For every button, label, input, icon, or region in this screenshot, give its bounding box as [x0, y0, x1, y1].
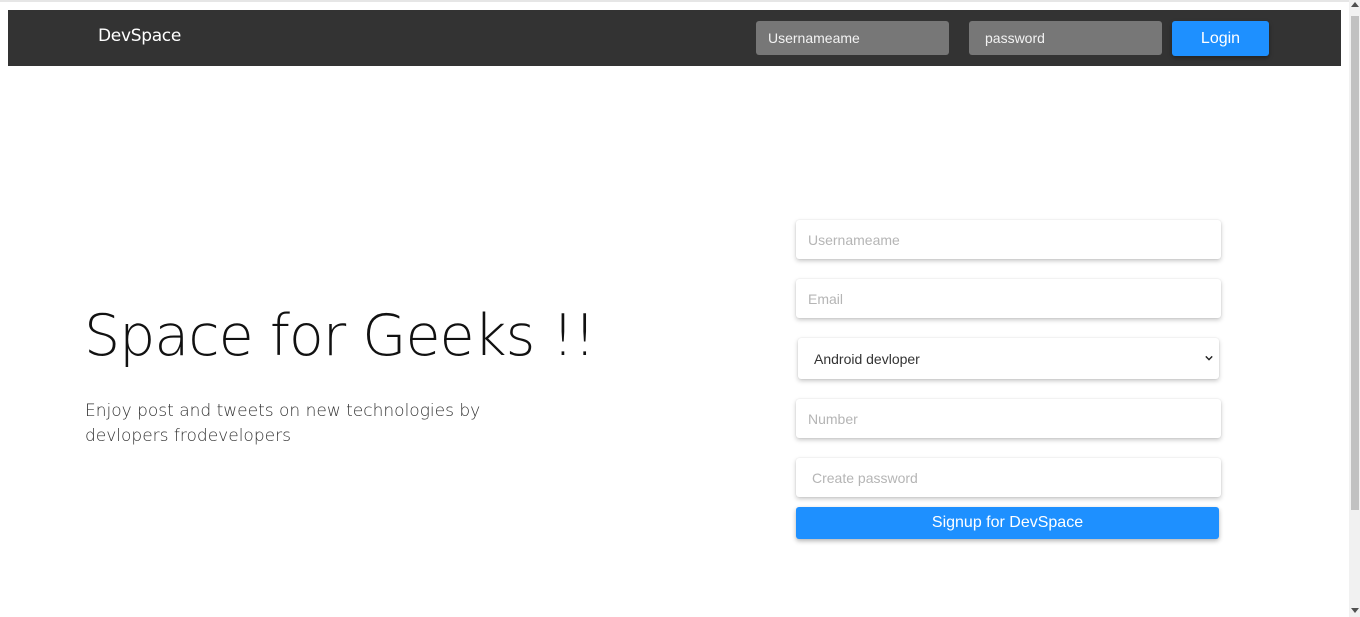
browser-top-edge: [0, 0, 1360, 2]
hero-subtitle: Enjoy post and tweets on new technologie…: [85, 401, 481, 446]
chevron-down-icon: [1205, 355, 1213, 361]
signup-button[interactable]: Signup for DevSpace: [796, 507, 1219, 539]
signup-username-input[interactable]: [796, 220, 1221, 259]
signup-email-input[interactable]: [796, 279, 1221, 318]
page: DevSpace Login Space for Geeks !! Enjoy …: [0, 0, 1360, 617]
navbar: DevSpace Login: [8, 10, 1341, 66]
role-select[interactable]: Android devloper: [798, 338, 1219, 379]
scroll-down-arrow-icon[interactable]: [1351, 608, 1359, 613]
nav-password-input[interactable]: [969, 21, 1162, 55]
login-button[interactable]: Login: [1172, 21, 1269, 56]
signup-number-input[interactable]: [796, 399, 1221, 438]
hero-title: Space for Geeks !!: [84, 303, 596, 369]
nav-username-input[interactable]: [756, 21, 949, 55]
scroll-up-arrow-icon[interactable]: [1351, 2, 1359, 7]
brand-logo[interactable]: DevSpace: [98, 26, 181, 46]
scrollbar-thumb[interactable]: [1351, 16, 1359, 510]
role-select-value: Android devloper: [814, 351, 920, 367]
signup-password-input[interactable]: [796, 458, 1221, 497]
